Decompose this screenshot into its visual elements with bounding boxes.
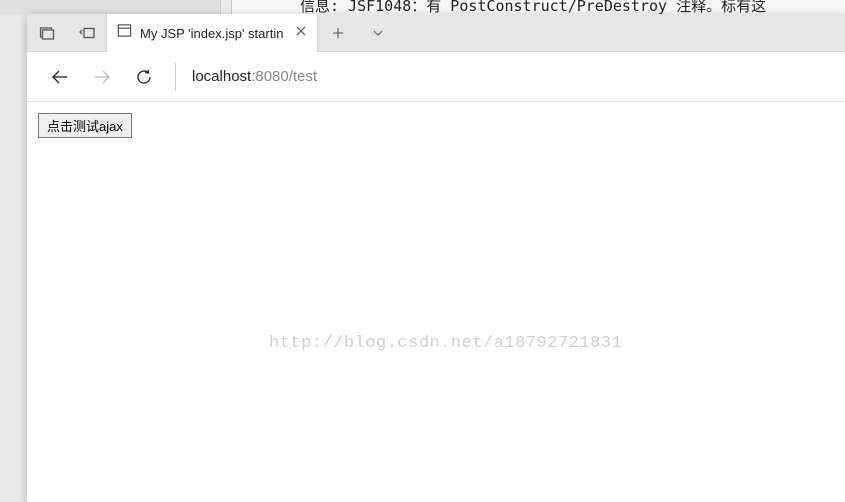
tab-bar: My JSP 'index.jsp' startin: [27, 14, 845, 52]
new-tab-button[interactable]: [318, 14, 358, 52]
address-bar: localhost:8080/test: [27, 52, 845, 102]
editor-sidebar-fragment: [0, 0, 220, 14]
test-ajax-button[interactable]: 点击测试ajax: [38, 113, 132, 138]
refresh-button[interactable]: [123, 56, 165, 98]
watermark-text: http://blog.csdn.net/a18792721831: [269, 334, 622, 353]
sidebar-icon: [39, 25, 55, 41]
url-field[interactable]: localhost:8080/test: [186, 68, 317, 85]
nav-button-group: [27, 56, 171, 98]
url-divider: [175, 63, 176, 91]
refresh-icon: [134, 67, 154, 87]
sidebar-toggle-button[interactable]: [27, 14, 67, 52]
window-controls-left: [27, 14, 107, 51]
tab-title: My JSP 'index.jsp' startin: [140, 26, 283, 41]
tab-close-button[interactable]: [295, 24, 307, 42]
browser-tab[interactable]: My JSP 'index.jsp' startin: [106, 14, 318, 52]
page-icon: [117, 23, 132, 43]
page-content: 点击测试ajax http://blog.csdn.net/a187927218…: [27, 102, 845, 502]
plus-icon: [331, 26, 345, 40]
arrow-left-icon: [49, 66, 71, 88]
url-host: localhost: [192, 68, 251, 85]
editor-gutter-fragment: [220, 0, 232, 14]
set-aside-tabs-button[interactable]: [67, 14, 107, 52]
back-button[interactable]: [39, 56, 81, 98]
browser-window: My JSP 'index.jsp' startin: [27, 14, 845, 502]
background-editor: 信息: JSF1048：有 PostConstruct/PreDestroy 注…: [0, 0, 845, 14]
arrow-right-icon: [91, 66, 113, 88]
forward-button: [81, 56, 123, 98]
url-path: :8080/test: [251, 68, 317, 85]
set-aside-icon: [79, 25, 96, 41]
all-tabs-button[interactable]: [358, 14, 398, 52]
close-icon: [295, 25, 307, 37]
editor-code-line: 信息: JSF1048：有 PostConstruct/PreDestroy 注…: [300, 0, 766, 14]
chevron-down-icon: [371, 26, 385, 40]
